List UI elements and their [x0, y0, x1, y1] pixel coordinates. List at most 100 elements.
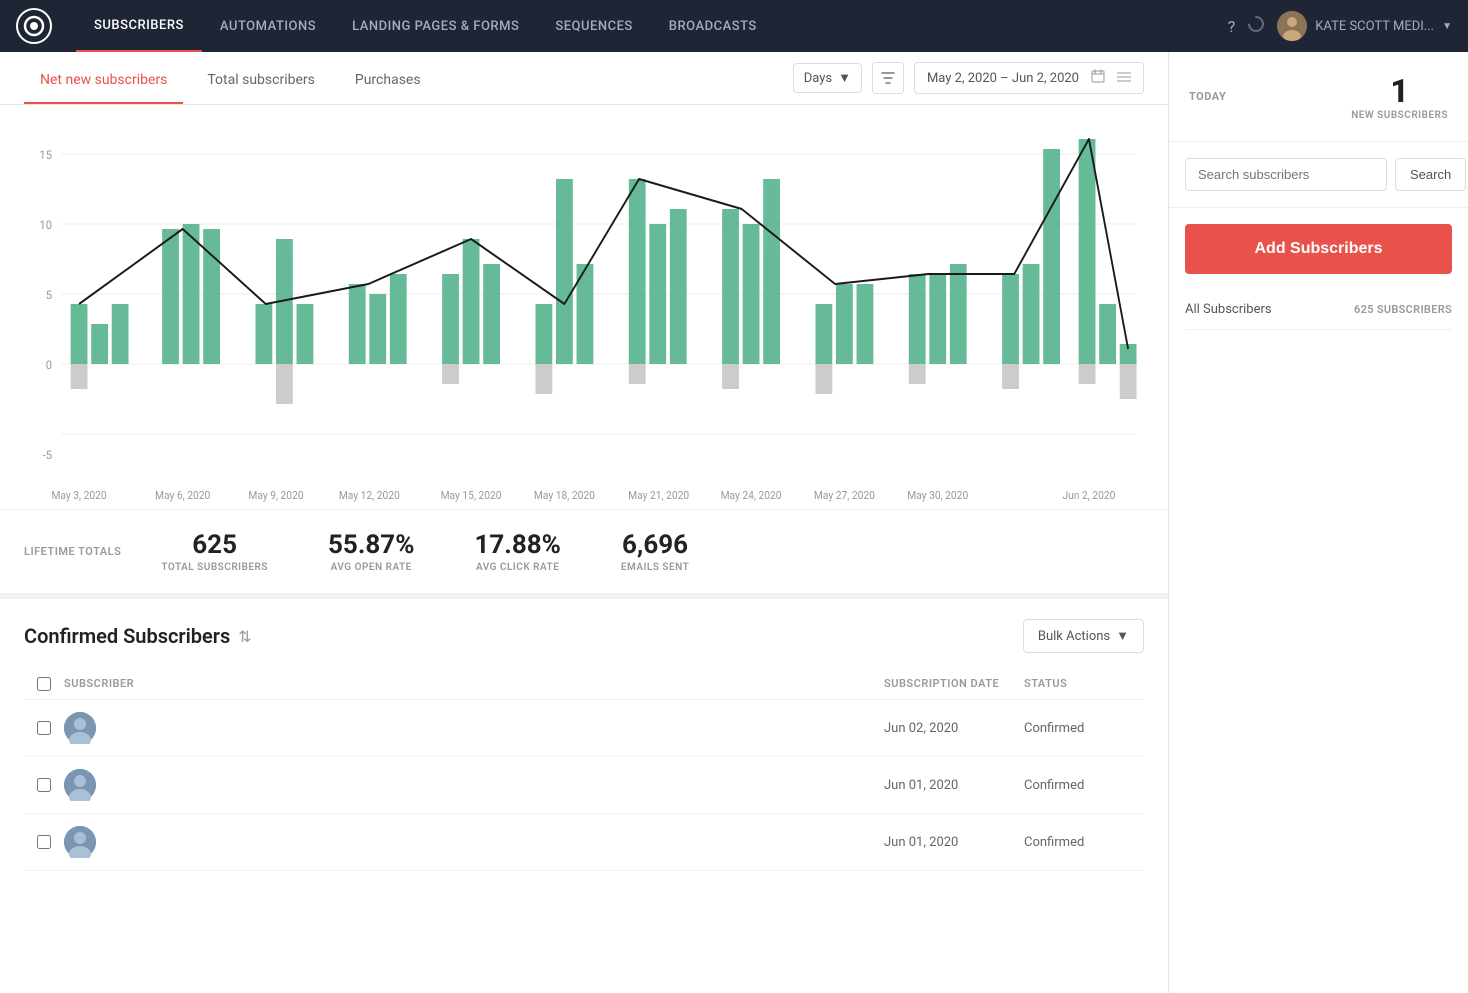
days-selector[interactable]: Days ▼ [793, 63, 862, 93]
svg-text:5: 5 [46, 288, 53, 302]
chart-svg: 15 10 5 0 -5 [24, 129, 1144, 509]
avg-click-rate-value: 17.88% [474, 530, 560, 560]
lifetime-label: LIFETIME TOTALS [24, 545, 121, 558]
svg-text:May 27, 2020: May 27, 2020 [814, 489, 875, 502]
subscriber-info-1: tommy@applededucation.edu.au [64, 712, 884, 744]
row-checkbox-2 [24, 778, 64, 792]
subscriber-avatar-1 [64, 712, 96, 744]
user-menu[interactable]: KATE SCOTT MEDI... ▼ [1277, 11, 1452, 41]
tab-total[interactable]: Total subscribers [191, 52, 331, 104]
svg-text:May 21, 2020: May 21, 2020 [628, 489, 689, 502]
row-3-checkbox[interactable] [37, 835, 51, 849]
bulk-actions-button[interactable]: Bulk Actions ▼ [1023, 619, 1144, 653]
avatar [1277, 11, 1307, 41]
row-2-checkbox[interactable] [37, 778, 51, 792]
loading-icon [1247, 15, 1265, 37]
calendar-icon [1091, 69, 1105, 87]
table-header: SUBSCRIBER SUBSCRIPTION DATE STATUS [24, 669, 1144, 700]
days-label: Days [804, 71, 832, 86]
table-row: tommy@applededucation.edu.au Jun 02, 202… [24, 700, 1144, 757]
stats-bar: LIFETIME TOTALS 625 TOTAL SUBSCRIBERS 55… [0, 509, 1168, 593]
nav-landing-pages[interactable]: LANDING PAGES & FORMS [334, 0, 537, 52]
chart-area: 15 10 5 0 -5 [0, 105, 1168, 509]
navigation: SUBSCRIBERS AUTOMATIONS LANDING PAGES & … [0, 0, 1468, 52]
status-badge-3: Confirmed [1024, 835, 1144, 850]
date-range-text: May 2, 2020 – Jun 2, 2020 [927, 71, 1079, 86]
row-checkbox-1 [24, 721, 64, 735]
nav-links: SUBSCRIBERS AUTOMATIONS LANDING PAGES & … [76, 0, 1228, 52]
search-input[interactable] [1185, 158, 1387, 191]
right-panel-list: All Subscribers 625 SUBSCRIBERS [1169, 290, 1468, 330]
total-subscribers-label: TOTAL SUBSCRIBERS [161, 562, 268, 573]
nav-automations[interactable]: AUTOMATIONS [202, 0, 334, 52]
trend-line [79, 139, 1128, 349]
svg-text:May 12, 2020: May 12, 2020 [339, 489, 400, 502]
tabs-controls: Days ▼ May 2, 2020 – Jun 2, 2020 [793, 62, 1144, 94]
subscription-date-2: Jun 01, 2020 [884, 778, 1024, 793]
list-item[interactable]: All Subscribers 625 SUBSCRIBERS [1185, 290, 1452, 330]
subscriber-avatar-2 [64, 769, 96, 801]
avg-click-rate-label: AVG CLICK RATE [474, 562, 560, 573]
chart-container: 15 10 5 0 -5 [24, 129, 1144, 509]
logo[interactable] [16, 8, 52, 44]
tabs-bar: Net new subscribers Total subscribers Pu… [0, 52, 1168, 105]
main-container: Net new subscribers Total subscribers Pu… [0, 52, 1468, 993]
emails-sent-value: 6,696 [621, 530, 689, 560]
filter-button[interactable] [872, 62, 904, 94]
bulk-actions-label: Bulk Actions [1038, 629, 1110, 644]
svg-text:May 18, 2020: May 18, 2020 [534, 489, 595, 502]
list-value-all: 625 SUBSCRIBERS [1354, 303, 1452, 316]
tab-purchases[interactable]: Purchases [339, 52, 437, 104]
svg-text:May 3, 2020: May 3, 2020 [51, 489, 106, 502]
left-panel: Net new subscribers Total subscribers Pu… [0, 52, 1168, 993]
emails-sent-stat: 6,696 EMAILS SENT [621, 530, 689, 573]
svg-text:May 9, 2020: May 9, 2020 [248, 489, 303, 502]
total-subscribers-stat: 625 TOTAL SUBSCRIBERS [161, 530, 268, 573]
svg-text:May 6, 2020: May 6, 2020 [155, 489, 210, 502]
subscription-date-1: Jun 02, 2020 [884, 721, 1024, 736]
nav-right: ? KATE SCOTT MEDI... ▼ [1228, 11, 1452, 41]
svg-text:Jun 2, 2020: Jun 2, 2020 [1062, 489, 1115, 502]
subscribers-title: Confirmed Subscribers [24, 624, 230, 648]
stats-items: 625 TOTAL SUBSCRIBERS 55.87% AVG OPEN RA… [161, 530, 689, 573]
subscriber-info-3: lean@uusbi.org.ni [64, 826, 884, 858]
list-label-all: All Subscribers [1185, 302, 1272, 317]
search-button[interactable]: Search [1395, 158, 1466, 191]
row-checkbox-3 [24, 835, 64, 849]
nav-sequences[interactable]: SEQUENCES [537, 0, 650, 52]
subscriber-email-2[interactable]: maryjakes@gmail.com [106, 777, 248, 793]
today-value: 1 [1351, 72, 1448, 110]
grid-icon [1117, 71, 1131, 86]
subscribers-section: Confirmed Subscribers ⇅ Bulk Actions ▼ S… [0, 593, 1168, 871]
nav-subscribers[interactable]: SUBSCRIBERS [76, 0, 202, 52]
today-label: TODAY [1189, 90, 1226, 103]
svg-text:May 15, 2020: May 15, 2020 [441, 489, 502, 502]
sort-icon[interactable]: ⇅ [238, 627, 251, 646]
subscriber-avatar-3 [64, 826, 96, 858]
avg-open-rate-value: 55.87% [328, 530, 414, 560]
subscriber-info-2: maryjakes@gmail.com [64, 769, 884, 801]
subscriber-email-1[interactable]: tommy@applededucation.edu.au [106, 720, 312, 736]
tab-net-new[interactable]: Net new subscribers [24, 52, 183, 104]
today-section: TODAY [1189, 90, 1226, 103]
status-badge-1: Confirmed [1024, 721, 1144, 736]
emails-sent-label: EMAILS SENT [621, 562, 689, 573]
right-panel: TODAY 1 NEW SUBSCRIBERS Search Add Subsc… [1168, 52, 1468, 993]
chart-bars [71, 139, 1137, 364]
table-row: lean@uusbi.org.ni Jun 01, 2020 Confirmed [24, 814, 1144, 871]
subscription-date-3: Jun 01, 2020 [884, 835, 1024, 850]
right-search-area: Search [1169, 142, 1468, 208]
row-1-checkbox[interactable] [37, 721, 51, 735]
status-badge-2: Confirmed [1024, 778, 1144, 793]
add-subscribers-button[interactable]: Add Subscribers [1185, 224, 1452, 274]
total-subscribers-value: 625 [161, 530, 268, 560]
help-icon[interactable]: ? [1228, 17, 1236, 36]
subscriber-email-3[interactable]: lean@uusbi.org.ni [106, 834, 218, 850]
select-all-checkbox[interactable] [37, 677, 51, 691]
nav-broadcasts[interactable]: BROADCASTS [651, 0, 775, 52]
th-checkbox [24, 677, 64, 691]
date-range-picker[interactable]: May 2, 2020 – Jun 2, 2020 [914, 62, 1144, 94]
chevron-down-icon: ▼ [1442, 21, 1452, 32]
today-value-section: 1 NEW SUBSCRIBERS [1351, 72, 1448, 121]
svg-text:May 30, 2020: May 30, 2020 [907, 489, 968, 502]
